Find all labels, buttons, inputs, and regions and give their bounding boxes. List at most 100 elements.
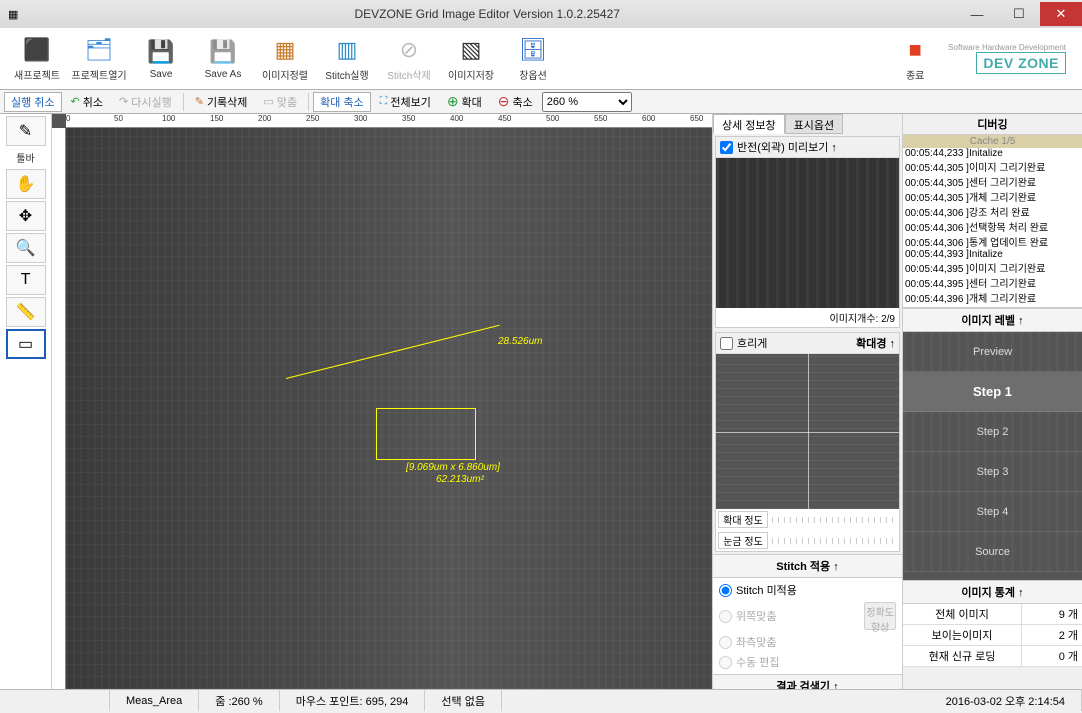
debug-title: 디버깅	[903, 114, 1082, 135]
result-search-header[interactable]: 결과 검색기 ↑	[713, 674, 902, 689]
zoom-in-button[interactable]: ⊕확대	[440, 92, 489, 112]
measure-line-label: 28.526um	[498, 336, 542, 347]
status-mouse: 마우스 포인트: 695, 294	[280, 690, 426, 711]
level-step-3[interactable]: Step 3	[903, 452, 1082, 492]
zoom-tool[interactable]: 🔍	[6, 233, 46, 263]
log-line: 00:05:44,305 ]이미지 그리기완료	[903, 159, 1082, 174]
level-source[interactable]: Source	[903, 532, 1082, 572]
minimize-button[interactable]: —	[956, 2, 998, 26]
left-toolbox: ✎ 툴바 ✋ ✥ 🔍 T 📏 ▭	[0, 114, 52, 689]
level-preview[interactable]: Preview	[903, 332, 1082, 372]
stats-row: 전체 이미지9 개	[903, 604, 1082, 625]
status-datetime: 2016-03-02 오후 2:14:54	[930, 690, 1082, 711]
stitch-delete-button[interactable]: ⊘Stitch삭제	[380, 31, 438, 87]
magnifier-view[interactable]	[716, 354, 899, 509]
zoom-label: 확대 축소	[313, 92, 371, 112]
save-button[interactable]: 💾Save	[132, 31, 190, 87]
window-options-button[interactable]: 🗄창옵션	[504, 31, 562, 87]
app-icon: ▦	[8, 8, 18, 21]
measure-line[interactable]	[286, 325, 500, 379]
detail-panel: 상세 정보창 표시옵션 반전(외곽) 미리보기 ↑ 이미지개수: 2/9 흐리게…	[712, 114, 902, 689]
canvas[interactable]: 28.526um [9.069um x 6.860um] 62.213um²	[66, 128, 712, 689]
brand-logo: Software Hardware Development DEV ZONE	[948, 43, 1066, 74]
image-levels: PreviewStep 1Step 2Step 3Step 4Source	[903, 332, 1082, 580]
status-selection: 선택 없음	[425, 690, 502, 711]
stats-row: 현재 신규 로딩0 개	[903, 646, 1082, 667]
image-save-button[interactable]: ▧이미지저장	[442, 31, 500, 87]
stitch-run-button[interactable]: ▥Stitch실행	[318, 31, 376, 87]
zoom-select[interactable]: 260 %	[542, 92, 632, 112]
zoom-precision-label: 확대 정도	[718, 511, 768, 528]
status-meas: Meas_Area	[110, 690, 199, 711]
statusbar: Meas_Area 줌 :260 % 마우스 포인트: 695, 294 선택 …	[0, 689, 1082, 711]
new-project-button[interactable]: ⬛새프로젝트	[8, 31, 66, 87]
measure-rect[interactable]	[376, 408, 476, 460]
save-as-button[interactable]: 💾Save As	[194, 31, 252, 87]
view-all-button[interactable]: ⛶전체보기	[373, 92, 438, 112]
text-tool[interactable]: T	[6, 265, 46, 295]
canvas-area[interactable]: 050100150200250300350400450500550600650 …	[52, 114, 712, 689]
undo-button[interactable]: ↶취소	[64, 92, 110, 112]
log-line: 00:05:44,396 ]개체 그리기완료	[903, 290, 1082, 305]
grid-precision-slider[interactable]	[772, 538, 897, 544]
delete-record-button[interactable]: ✎기록삭제	[188, 92, 255, 112]
level-step-4[interactable]: Step 4	[903, 492, 1082, 532]
sub-toolbar: 실행 취소 ↶취소 ↷다시실행 ✎기록삭제 ▭맞춤 확대 축소 ⛶전체보기 ⊕확…	[0, 90, 1082, 114]
blur-checkbox[interactable]	[720, 337, 733, 350]
close-button[interactable]: ✕	[1040, 2, 1082, 26]
zoom-precision-slider[interactable]	[772, 517, 897, 523]
maximize-button[interactable]: ☐	[998, 2, 1040, 26]
pen-tool[interactable]: ✎	[6, 116, 46, 146]
invert-preview-checkbox[interactable]	[720, 141, 733, 154]
invert-preview-label: 반전(외곽) 미리보기 ↑	[737, 139, 837, 155]
ruler-tool[interactable]: 📏	[6, 297, 46, 327]
exit-button[interactable]: ■종료	[886, 31, 944, 87]
vertical-ruler	[52, 128, 66, 689]
log-line: 00:05:44,233 ]Initalize	[903, 148, 1082, 159]
level-step-1[interactable]: Step 1	[903, 372, 1082, 412]
titlebar: ▦ DEVZONE Grid Image Editor Version 1.0.…	[0, 0, 1082, 28]
measure-rect-label1: [9.069um x 6.860um]	[406, 462, 500, 473]
image-count: 이미지개수: 2/9	[716, 308, 899, 327]
main-toolbar: ⬛새프로젝트 🗂프로젝트열기 💾Save 💾Save As ▦이미지정렬 ▥St…	[0, 28, 1082, 90]
window-title: DEVZONE Grid Image Editor Version 1.0.2.…	[18, 7, 956, 21]
preview-thumbnail[interactable]	[716, 158, 899, 308]
debug-panel: 디버깅 Cache 1/5 00:05:44,233 ]Initalize00:…	[902, 114, 1082, 689]
manual-edit-radio	[719, 656, 732, 669]
align-left-radio	[719, 636, 732, 649]
stats-row: 보이는이미지2 개	[903, 625, 1082, 646]
log-line: 00:05:44,306 ]통계 업데이트 완료	[903, 234, 1082, 249]
log-line: 00:05:44,306 ]선택항목 처리 완료	[903, 219, 1082, 234]
redo-button[interactable]: ↷다시실행	[112, 92, 179, 112]
tab-detail-info[interactable]: 상세 정보창	[713, 114, 785, 134]
status-zoom: 줌 :260 %	[199, 690, 279, 711]
stitch-none-radio[interactable]	[719, 584, 732, 597]
log-line: 00:05:44,395 ]센터 그리기완료	[903, 275, 1082, 290]
log-line: 00:05:44,305 ]센터 그리기완료	[903, 174, 1082, 189]
hand-tool[interactable]: ✋	[6, 169, 46, 199]
log-line: 00:05:44,306 ]강조 처리 완료	[903, 204, 1082, 219]
execute-undo-button[interactable]: 실행 취소	[4, 92, 62, 112]
area-tool[interactable]: ▭	[6, 329, 46, 359]
horizontal-ruler: 050100150200250300350400450500550600650	[66, 114, 712, 128]
image-level-header[interactable]: 이미지 레벨 ↑	[903, 308, 1082, 332]
move-tool[interactable]: ✥	[6, 201, 46, 231]
grid-precision-label: 눈금 정도	[718, 532, 768, 549]
open-project-button[interactable]: 🗂프로젝트열기	[70, 31, 128, 87]
zoom-out-button[interactable]: ⊖축소	[491, 92, 540, 112]
magnifier-label: 확대경 ↑	[856, 335, 895, 351]
tab-display-options[interactable]: 표시옵션	[785, 114, 843, 134]
fit-button[interactable]: ▭맞춤	[256, 92, 304, 112]
debug-log[interactable]: 00:05:44,233 ]Initalize00:05:44,305 ]이미지…	[903, 148, 1082, 308]
image-stats-header[interactable]: 이미지 통계 ↑	[903, 580, 1082, 604]
measure-rect-label2: 62.213um²	[436, 474, 484, 485]
log-line: 00:05:44,395 ]이미지 그리기완료	[903, 260, 1082, 275]
level-step-2[interactable]: Step 2	[903, 412, 1082, 452]
stitch-apply-header[interactable]: Stitch 적용 ↑	[713, 554, 902, 578]
log-line: 00:05:44,305 ]개체 그리기완료	[903, 189, 1082, 204]
accuracy-button: 정확도 향상	[864, 602, 896, 630]
log-line: 00:05:44,393 ]Initalize	[903, 249, 1082, 260]
image-align-button[interactable]: ▦이미지정렬	[256, 31, 314, 87]
align-top-radio	[719, 610, 732, 623]
toolbox-label: 툴바	[14, 148, 36, 167]
